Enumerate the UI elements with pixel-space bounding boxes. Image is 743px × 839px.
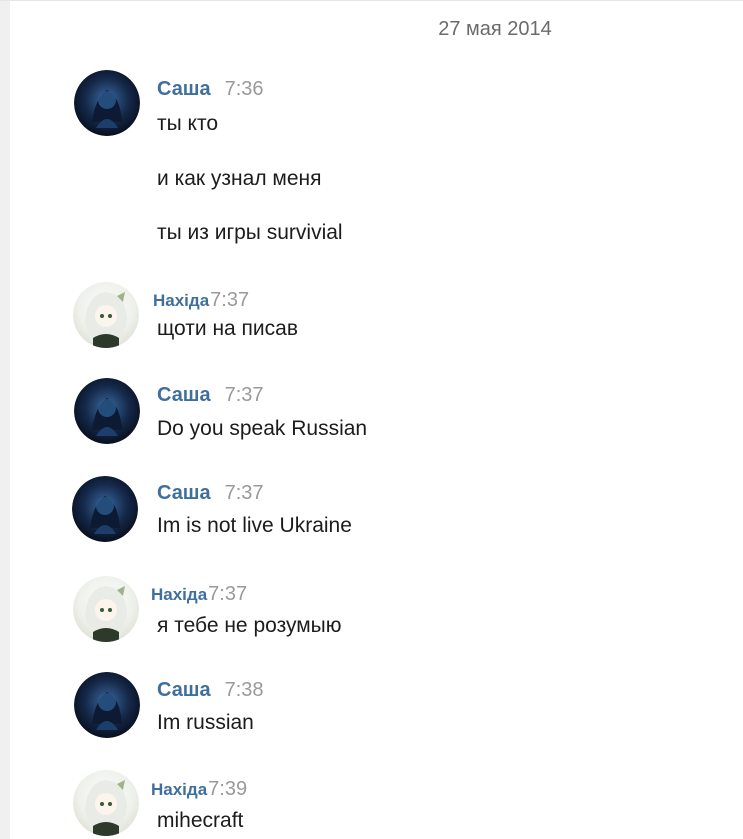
message-time: 7:37 [210,289,250,311]
message-text: и как узнал меня [157,167,322,190]
author-name[interactable]: Саша [157,679,211,701]
left-scroll-gutter [0,0,10,839]
sasha-avatar-image [74,378,140,444]
avatar-nahida[interactable] [73,282,139,348]
message-time: 7:38 [224,679,264,701]
author-name[interactable]: Саша [157,482,211,504]
sasha-avatar-image [74,672,140,738]
avatar-sasha[interactable] [74,378,140,444]
author-name[interactable]: Нахіда [153,291,209,310]
date-header: 27 мая 2014 [438,18,552,40]
nahida-avatar-image [73,576,139,642]
author-name[interactable]: Саша [157,384,211,406]
message-header: Нахіда7:37 [153,289,249,312]
message-header: Саша 7:36 [157,78,264,101]
avatar-sasha[interactable] [74,672,140,738]
message-time: 7:39 [208,778,248,800]
author-name[interactable]: Нахіда [151,585,207,604]
message-text: я тебе не розумыю [157,614,342,637]
message-text: mihecraft [157,809,244,832]
message-header: Нахіда7:39 [151,778,247,801]
sasha-avatar-image [74,70,140,136]
avatar-sasha[interactable] [72,476,138,542]
message-text: ты кто [157,112,219,135]
top-divider [0,0,743,1]
message-text: Im russian [157,711,254,734]
author-name[interactable]: Нахіда [151,780,207,799]
message-text: Im is not live Ukraine [157,514,352,537]
message-header: Саша 7:37 [157,482,264,505]
message-time: 7:37 [224,384,264,406]
nahida-avatar-image [73,770,139,836]
message-time: 7:37 [208,583,248,605]
message-header: Саша 7:38 [157,679,264,702]
message-text: щоти на писав [157,317,298,340]
message-header: Нахіда7:37 [151,583,247,606]
avatar-nahida[interactable] [73,770,139,836]
message-header: Саша 7:37 [157,384,264,407]
nahida-avatar-image [73,282,139,348]
author-name[interactable]: Саша [157,78,211,100]
message-time: 7:36 [224,78,264,100]
avatar-sasha[interactable] [74,70,140,136]
sasha-avatar-image [72,476,138,542]
message-time: 7:37 [224,482,264,504]
message-text: Do you speak Russian [157,417,368,440]
message-text: ты из игры survivial [157,221,343,244]
avatar-nahida[interactable] [73,576,139,642]
